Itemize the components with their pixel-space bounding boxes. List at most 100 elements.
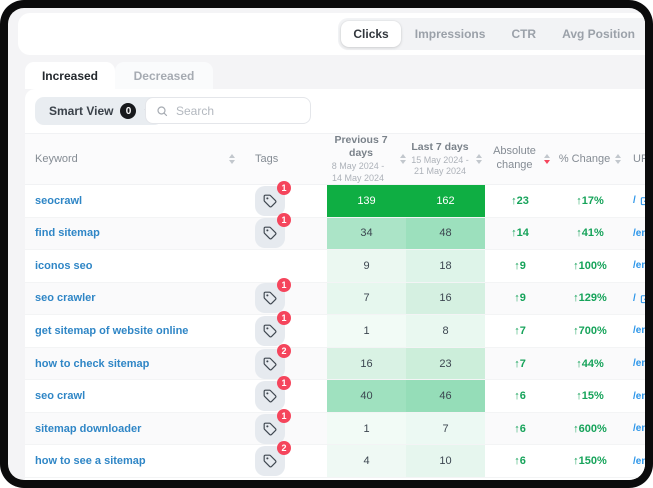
tag-count-badge: 1: [277, 181, 291, 195]
header-absolute-change[interactable]: Absolute change: [485, 145, 555, 173]
sort-icon: [476, 154, 482, 164]
table-row: sitemap downloader 1 1 7 ↑6 ↑600% /en: [25, 413, 645, 446]
percent-change-value: ↑700%: [555, 325, 625, 337]
header-previous-subtitle: 8 May 2024 - 14 May 2024: [327, 161, 389, 184]
app-window: Clicks Impressions CTR Avg Position Incr…: [0, 0, 653, 488]
url-text: /em: [633, 260, 645, 271]
percent-change-value: ↑129%: [555, 292, 625, 304]
absolute-change-value: ↑9: [485, 292, 555, 304]
absolute-change-value: ↑6: [485, 423, 555, 435]
tag-icon: [263, 422, 277, 436]
tag-icon: [263, 389, 277, 403]
keyword-link[interactable]: find sitemap: [25, 227, 243, 239]
smart-view-label: Smart View: [49, 104, 113, 118]
keyword-link[interactable]: seo crawler: [25, 292, 243, 304]
header-tags: Tags: [243, 153, 327, 165]
prev-cell: 139: [327, 185, 406, 217]
url-text: /en: [633, 228, 645, 239]
header-tags-label: Tags: [255, 153, 278, 165]
sort-icon-active-desc: [544, 154, 550, 164]
prev-cell: 1: [327, 413, 406, 445]
tag-button[interactable]: 2: [255, 446, 285, 476]
tag-button[interactable]: 1: [255, 218, 285, 248]
header-percent-change[interactable]: % Change: [555, 153, 625, 165]
tag-count-badge: 1: [277, 409, 291, 423]
tag-button[interactable]: 1: [255, 186, 285, 216]
tag-icon: [263, 226, 277, 240]
url-link[interactable]: /en: [625, 391, 645, 402]
absolute-change-value: ↑7: [485, 325, 555, 337]
table-row: how to check sitemap 2 16 23 ↑7 ↑44% /en: [25, 348, 645, 381]
header-percent-label: % Change: [559, 153, 610, 165]
url-link[interactable]: /em: [625, 260, 645, 271]
table-row: how to see a sitemap 2 4 10 ↑6 ↑150% /en: [25, 445, 645, 478]
tag-icon: [263, 324, 277, 338]
prev-cell: 40: [327, 380, 406, 412]
absolute-change-value: ↑6: [485, 390, 555, 402]
url-link[interactable]: /en: [625, 456, 645, 467]
header-last-7-days[interactable]: Last 7 days 15 May 2024 - 21 May 2024: [406, 141, 485, 178]
url-link[interactable]: /en: [625, 358, 645, 369]
tab-decreased[interactable]: Decreased: [115, 62, 213, 89]
metric-tab-impressions[interactable]: Impressions: [403, 21, 498, 47]
prev-cell: 7: [327, 283, 406, 315]
search-box: [145, 97, 311, 124]
percent-change-value: ↑17%: [555, 195, 625, 207]
header-previous-title: Previous 7 days: [327, 134, 395, 160]
url-text: /en: [633, 423, 645, 434]
url-text: /en: [633, 358, 645, 369]
tag-button[interactable]: 1: [255, 381, 285, 411]
last-cell: 8: [406, 315, 485, 347]
header-previous-7-days[interactable]: Previous 7 days 8 May 2024 - 14 May 2024: [327, 134, 406, 184]
url-link[interactable]: /en: [625, 228, 645, 239]
keyword-link[interactable]: seo crawl: [25, 390, 243, 402]
keyword-link[interactable]: sitemap downloader: [25, 423, 243, 435]
tag-icon: [263, 357, 277, 371]
header-url-label: URL: [633, 153, 645, 165]
prev-cell: 4: [327, 445, 406, 477]
metric-tab-clicks[interactable]: Clicks: [341, 21, 400, 47]
tags-cell: [243, 251, 327, 281]
url-link[interactable]: /en: [625, 325, 645, 336]
url-link[interactable]: /en: [625, 423, 645, 434]
tag-count-badge: 1: [277, 311, 291, 325]
keyword-link[interactable]: seocrawl: [25, 195, 243, 207]
tags-cell: 1: [243, 283, 327, 313]
absolute-change-value: ↑9: [485, 260, 555, 272]
tab-increased[interactable]: Increased: [25, 62, 115, 89]
metric-tab-avg-position[interactable]: Avg Position: [550, 21, 645, 47]
header-keyword[interactable]: Keyword: [25, 153, 243, 165]
tag-count-badge: 2: [277, 344, 291, 358]
url-link[interactable]: /: [625, 195, 645, 206]
keyword-link[interactable]: iconos seo: [25, 260, 243, 272]
table-row: iconos seo 9 18 ↑9 ↑100% /em: [25, 250, 645, 283]
search-icon: [156, 105, 168, 117]
url-link[interactable]: /: [625, 293, 645, 304]
keyword-link[interactable]: get sitemap of website online: [25, 325, 243, 337]
filter-bar: Smart View 0: [25, 89, 645, 133]
tag-button[interactable]: 1: [255, 316, 285, 346]
percent-change-value: ↑41%: [555, 227, 625, 239]
external-link-icon: [640, 195, 645, 206]
table-row: seo crawler 1 7 16 ↑9 ↑129% /: [25, 283, 645, 316]
percent-change-value: ↑600%: [555, 423, 625, 435]
metric-segmented-control: Clicks Impressions CTR Avg Position: [338, 18, 645, 50]
table-header: Keyword Tags Previous 7 days 8 May 2024 …: [25, 133, 645, 185]
keyword-link[interactable]: how to check sitemap: [25, 358, 243, 370]
table-row: find sitemap 1 34 48 ↑14 ↑41% /en: [25, 218, 645, 251]
tag-button[interactable]: 2: [255, 349, 285, 379]
search-input[interactable]: [176, 104, 300, 118]
top-toolbar: Clicks Impressions CTR Avg Position: [18, 13, 645, 55]
tag-button[interactable]: 1: [255, 414, 285, 444]
tags-cell: 1: [243, 186, 327, 216]
keyword-link[interactable]: how to see a sitemap: [25, 455, 243, 467]
last-cell: 23: [406, 348, 485, 380]
tag-icon: [263, 454, 277, 468]
last-cell: 10: [406, 445, 485, 477]
percent-change-value: ↑150%: [555, 455, 625, 467]
metric-tab-ctr[interactable]: CTR: [499, 21, 548, 47]
absolute-change-value: ↑6: [485, 455, 555, 467]
tag-button[interactable]: 1: [255, 283, 285, 313]
last-cell: 162: [406, 185, 485, 217]
tag-icon: [263, 291, 277, 305]
